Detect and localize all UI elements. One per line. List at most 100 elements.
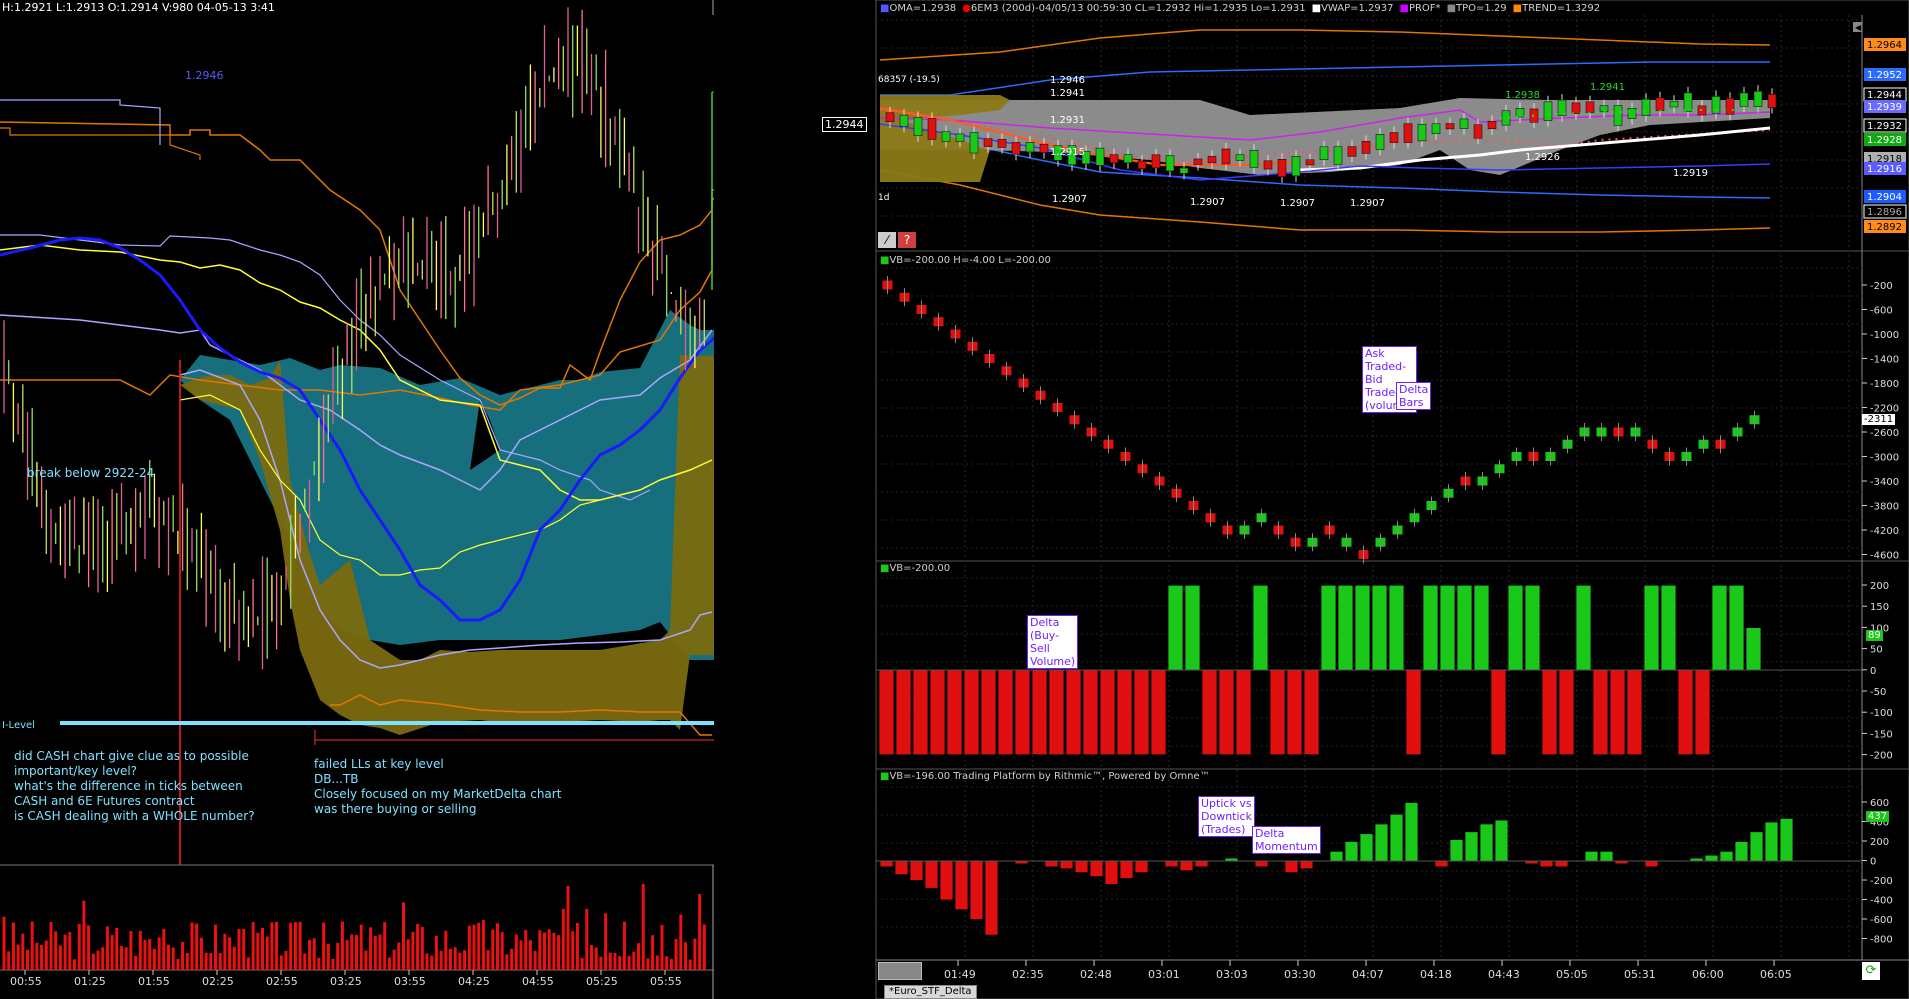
right-panel-frame	[875, 768, 1909, 999]
delta-volume-bar	[1303, 669, 1320, 756]
price-candle	[1739, 92, 1749, 107]
top-chart-price-label: 1.2907	[1052, 194, 1087, 205]
price-candle	[1683, 92, 1693, 112]
delta-volume-bar	[1167, 584, 1184, 671]
price-candle	[1571, 102, 1581, 114]
delta-volume-bar	[1337, 584, 1354, 671]
delta-volume-bar	[1252, 584, 1269, 671]
scale-price-tag-label: 1.2952	[1867, 70, 1902, 81]
delta-volume-bar	[1065, 669, 1082, 756]
price-candle	[1515, 108, 1525, 118]
momentum-bar	[1359, 833, 1374, 862]
delta-volume-bar	[1031, 669, 1048, 756]
scale-price-tag-label: 1.2944	[1867, 90, 1902, 101]
momentum-bar	[1734, 841, 1749, 862]
price-candle	[1193, 158, 1203, 165]
momentum-bar	[1284, 860, 1299, 874]
help-button[interactable]: ?	[898, 232, 916, 248]
delta-volume-bar	[1524, 584, 1541, 671]
momentum-bar	[894, 860, 909, 876]
momentum-bar	[984, 860, 999, 936]
delta-volume-bar	[1371, 584, 1388, 671]
scale-price-tag-label: 1.2916	[1867, 164, 1902, 175]
scale-price-tag-label: 1.2892	[1867, 222, 1902, 233]
delta-volume-bar	[1558, 669, 1575, 756]
price-candle	[1333, 146, 1343, 165]
price-candle	[899, 114, 909, 127]
momentum-bar	[1599, 850, 1614, 862]
delta-volume-dot: ■	[880, 562, 890, 574]
right-scroll-thumb[interactable]	[878, 962, 922, 980]
price-candle	[1641, 98, 1651, 116]
price-candle	[1277, 159, 1287, 177]
delta-volume-bar	[1354, 584, 1371, 671]
momentum-bar	[1719, 850, 1734, 862]
prof-label: PROF*	[1408, 2, 1441, 14]
delta-volume-bar	[1388, 584, 1405, 671]
top-chart-price-label: 1.2907	[1280, 198, 1315, 209]
momentum-bar	[1434, 860, 1449, 868]
right-charts-canvas[interactable]: 1.2946 1.2941 1.2931 1.2915 1.2907 1.2907 1.29…	[0, 0, 1909, 999]
delta-volume-scale-label: -50	[1870, 687, 1886, 698]
momentum-bar	[1104, 860, 1119, 885]
momentum-bar	[1539, 860, 1554, 868]
momentum-bar	[1119, 860, 1134, 879]
vwap-label: VWAP=1.2937	[1321, 2, 1394, 14]
delta-volume-values: VB=-200.00	[889, 562, 951, 574]
delta-bars-label-2: Delta Bars	[1396, 382, 1432, 410]
right-time-axis-label: 06:00	[1692, 968, 1724, 981]
delta-volume-bar	[980, 669, 997, 756]
price-candle	[1669, 100, 1679, 108]
delta-volume-bar	[1490, 669, 1507, 756]
delta-momentum-header: ■ VB=-196.00 Trading Platform by Rithmic™…	[880, 769, 1210, 783]
delta-volume-bar	[1575, 584, 1592, 671]
price-candle	[1375, 134, 1385, 150]
delta-volume-bar	[1150, 669, 1167, 756]
prof-dot: ■	[1399, 2, 1409, 14]
momentum-bar	[1404, 802, 1419, 862]
price-candle	[1655, 97, 1665, 111]
delta-momentum-values: VB=-196.00 Trading Platform by Rithmic™,…	[889, 770, 1210, 782]
price-candle	[1179, 167, 1189, 174]
tab-label: Euro_STF_Delta	[894, 986, 972, 997]
price-candle	[997, 139, 1007, 148]
right-time-axis-label: 04:07	[1352, 968, 1384, 981]
chart-tab-euro-stf-delta[interactable]: *Euro_STF_Delta	[884, 985, 977, 999]
price-candle	[941, 131, 951, 142]
delta-volume-bar	[1133, 669, 1150, 756]
price-candle	[1263, 160, 1273, 170]
right-time-axis-label: 04:43	[1488, 968, 1520, 981]
delta-volume-scale-label: -150	[1870, 729, 1893, 740]
momentum-bar	[924, 860, 939, 889]
delta-volume-bar	[1048, 669, 1065, 756]
refresh-button[interactable]: ⟳	[1862, 962, 1880, 980]
top-chart-price-label: 1.2907	[1350, 198, 1385, 209]
momentum-bar	[969, 860, 984, 920]
top-chart-price-label: 1.2941	[1590, 82, 1625, 93]
price-candle	[1767, 94, 1777, 108]
momentum-bar	[909, 860, 924, 881]
delta-bars-scale-label: -1800	[1870, 379, 1899, 390]
price-candle	[1291, 156, 1301, 177]
momentum-bar	[1494, 819, 1509, 862]
price-candle	[1725, 98, 1735, 115]
draw-tool-button[interactable]: ⁄	[878, 232, 896, 248]
momentum-bar	[1044, 860, 1059, 868]
timeframe-label: 1d	[878, 193, 889, 203]
top-chart-price-label: 1.2915	[1050, 147, 1085, 158]
momentum-bar	[1089, 860, 1104, 878]
trend-dot: ■	[1512, 2, 1523, 14]
price-candle	[1459, 118, 1469, 129]
delta-volume-bar	[1320, 584, 1337, 671]
price-candle	[1417, 124, 1427, 142]
delta-momentum-current-tag: 437	[1866, 811, 1890, 822]
price-candle	[1319, 146, 1329, 161]
right-time-axis-label: 02:48	[1080, 968, 1112, 981]
top-chart-price-label: 1.2926	[1525, 152, 1560, 163]
price-candle	[1599, 105, 1609, 113]
momentum-bar	[1749, 831, 1764, 862]
momentum-bar	[1074, 860, 1089, 874]
momentum-bar	[1374, 823, 1389, 862]
price-candle	[1235, 154, 1245, 161]
right-time-axis-label: 05:31	[1624, 968, 1656, 981]
